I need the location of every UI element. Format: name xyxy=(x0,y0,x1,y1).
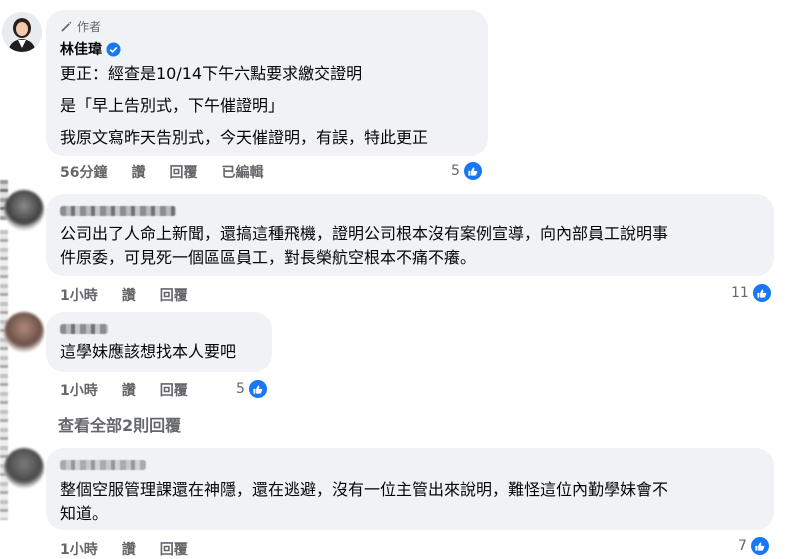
pencil-icon xyxy=(61,21,72,32)
like-icon xyxy=(750,537,769,555)
comment-actions: 1小時 讚 回覆 xyxy=(60,380,212,400)
author-name[interactable]: 林佳瑋 xyxy=(60,39,102,59)
like-link[interactable]: 讚 xyxy=(122,285,136,305)
comment-line: 知道。 xyxy=(60,504,109,523)
like-link[interactable]: 讚 xyxy=(122,539,136,559)
reply-link[interactable]: 回覆 xyxy=(169,162,197,182)
commenter-name[interactable]: 林佳瑋 xyxy=(60,39,121,59)
comment-time[interactable]: 1小時 xyxy=(60,285,98,305)
view-all-replies-link[interactable]: 查看全部2則回覆 xyxy=(58,412,181,436)
like-icon xyxy=(463,162,482,180)
reply-link[interactable]: 回覆 xyxy=(160,380,188,400)
commenter-avatar[interactable] xyxy=(4,190,44,230)
author-badge: 作者 xyxy=(60,18,101,35)
author-photo xyxy=(2,12,42,52)
comment-time[interactable]: 56分鐘 xyxy=(60,162,107,182)
reaction-number: 5 xyxy=(236,381,245,397)
comment-line: 更正：經查是10/14下午六點要求繳交證明 xyxy=(60,64,363,83)
comment-line: 是「早上告別式，下午催證明」 xyxy=(60,96,285,115)
comment-actions: 1小時 讚 回覆 xyxy=(60,285,212,305)
comment-line: 件原委，可見死一個區區員工，對長榮航空根本不痛不癢。 xyxy=(60,248,477,267)
like-icon xyxy=(248,380,267,398)
reaction-number: 7 xyxy=(738,538,747,554)
like-icon xyxy=(752,284,771,302)
reply-link[interactable]: 回覆 xyxy=(160,539,188,559)
commenter-name-redacted[interactable] xyxy=(60,206,176,216)
reaction-count[interactable]: 7 xyxy=(738,537,769,555)
commenter-avatar[interactable] xyxy=(4,312,44,352)
comment-time[interactable]: 1小時 xyxy=(60,539,98,559)
author-label: 作者 xyxy=(77,20,102,34)
reaction-count[interactable]: 5 xyxy=(236,380,267,398)
commenter-name-redacted[interactable] xyxy=(60,460,146,470)
comment-time[interactable]: 1小時 xyxy=(60,380,98,400)
commenter-avatar[interactable] xyxy=(4,448,44,488)
reaction-number: 11 xyxy=(731,285,749,301)
like-link[interactable]: 讚 xyxy=(122,380,136,400)
comment-line: 我原文寫昨天告別式，今天催證明，有誤，特此更正 xyxy=(60,128,429,147)
comment-bubble: 這學妹應該想找本人要吧 xyxy=(46,312,272,372)
edited-label[interactable]: 已編輯 xyxy=(221,162,263,182)
comment-bubble: 公司出了人命上新聞，還搞這種飛機，證明公司根本沒有案例宣導，向內部員工說明事 件… xyxy=(46,194,774,276)
comment-line: 這學妹應該想找本人要吧 xyxy=(60,342,237,361)
reaction-count[interactable]: 5 xyxy=(451,162,482,180)
author-comment-bubble: 作者 林佳瑋 更正：經查是10/14下午六點要求繳交證明 是「早上告別式，下午催… xyxy=(46,10,488,156)
comment-actions: 1小時 讚 回覆 xyxy=(60,539,212,559)
like-link[interactable]: 讚 xyxy=(131,162,145,182)
reply-link[interactable]: 回覆 xyxy=(160,285,188,305)
comment-bubble: 整個空服管理課還在神隱，還在逃避，沒有一位主管出來說明，難怪這位內勤學妹會不 知… xyxy=(46,448,774,530)
verified-badge-icon xyxy=(106,41,121,57)
comment-line: 公司出了人命上新聞，還搞這種飛機，證明公司根本沒有案例宣導，向內部員工說明事 xyxy=(60,224,669,243)
comment-line: 整個空服管理課還在神隱，還在逃避，沒有一位主管出來說明，難怪這位內勤學妹會不 xyxy=(60,480,669,499)
reaction-number: 5 xyxy=(451,163,460,179)
comment-actions: 56分鐘 讚 回覆 已編輯 xyxy=(60,162,287,182)
author-avatar[interactable] xyxy=(2,12,42,52)
commenter-name-redacted[interactable] xyxy=(60,324,108,334)
reaction-count[interactable]: 11 xyxy=(731,284,771,302)
